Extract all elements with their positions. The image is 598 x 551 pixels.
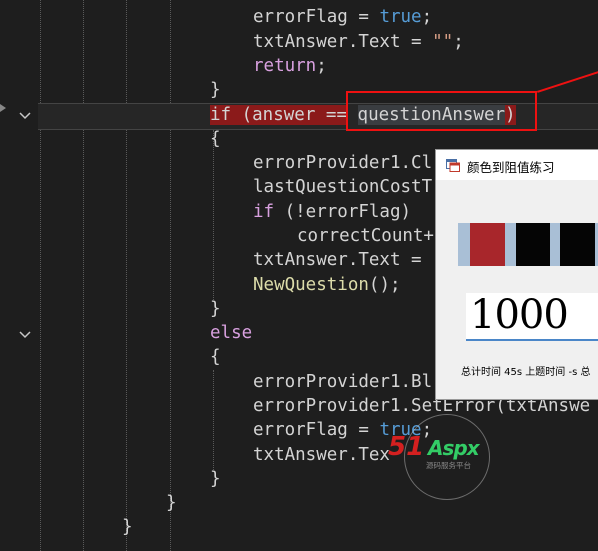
code-line: txtAnswer.Text = ""; (253, 30, 464, 54)
code-token: } (210, 80, 221, 100)
answer-value: 1000 (470, 292, 569, 338)
code-token: true (379, 7, 422, 27)
code-token: errorFlag = (253, 7, 380, 27)
breakpoint-marker-icon (0, 104, 6, 112)
code-token: ; (316, 56, 327, 76)
watermark-logo: 51 Aspx 源码服务平台 (386, 414, 506, 500)
code-line: return; (253, 54, 327, 78)
color-band (560, 223, 595, 266)
code-line: errorProvider1.Cl (253, 151, 432, 175)
code-line: { (210, 345, 221, 369)
watermark-number: 51 (388, 432, 425, 462)
code-token: } (122, 517, 133, 537)
code-line: NewQuestion(); (253, 273, 401, 297)
code-token: NewQuestion (253, 275, 369, 295)
code-token: (); (368, 275, 401, 295)
code-line: txtAnswer.Text = (253, 248, 432, 272)
code-token: txtAnswer.Tex (253, 445, 390, 465)
code-token: txtAnswer.Text = (253, 32, 433, 52)
fold-chevron-icon[interactable] (18, 111, 32, 121)
status-text: 总计时间 45s 上题时间 -s 总 (461, 367, 591, 378)
annotation-box (346, 91, 537, 131)
code-line: else (210, 321, 252, 345)
code-line: { (210, 127, 221, 151)
app-window-icon (446, 159, 460, 172)
code-line: correctCount+ (297, 224, 434, 248)
watermark-subtitle: 源码服务平台 (426, 461, 471, 470)
code-token: (answer (231, 105, 326, 125)
code-token: correctCount+ (297, 226, 434, 246)
fold-chevron-icon[interactable] (18, 330, 32, 340)
code-token: } (166, 493, 177, 513)
color-band (470, 223, 505, 266)
code-line: } (210, 78, 221, 102)
answer-input[interactable]: 1000 (466, 292, 598, 341)
resistor-body (550, 223, 560, 266)
resistor-body (505, 223, 516, 266)
dialog-title: 颜色到阻值练习 (467, 160, 555, 175)
practice-dialog: 颜色到阻值练习 1000 总计时间 45s 上题时间 -s 总 (435, 149, 598, 400)
resistor-body (458, 223, 470, 266)
color-band (516, 223, 550, 266)
code-line: } (210, 467, 221, 491)
code-token: errorProvider1.Bl (253, 372, 433, 392)
code-line: lastQuestionCostT (253, 175, 432, 199)
indent-guide (213, 130, 214, 300)
dialog-titlebar[interactable]: 颜色到阻值练习 (436, 150, 598, 180)
code-token: if (210, 105, 232, 125)
code-line: if (!errorFlag) (253, 200, 411, 224)
code-token: if (253, 202, 275, 222)
indent-guide (83, 0, 84, 551)
code-token: ; (421, 7, 433, 27)
code-token: == (325, 105, 347, 125)
code-line: } (122, 515, 133, 539)
code-line: } (166, 491, 177, 515)
code-token: } (210, 299, 221, 319)
watermark-word: Aspx (428, 436, 480, 460)
code-line: errorProvider1.Bl (253, 370, 432, 394)
code-token: { (210, 129, 221, 149)
indent-guide (170, 0, 171, 551)
indent-guide (126, 0, 127, 551)
indent-guide (40, 0, 41, 551)
code-token: } (210, 469, 221, 489)
annotation-arrow (537, 69, 598, 93)
code-token: { (210, 347, 221, 367)
code-token: txtAnswer.Text = (253, 250, 433, 270)
code-line: errorFlag = true; (253, 5, 432, 29)
code-line: } (210, 297, 221, 321)
code-token: errorProvider1.Cl (253, 153, 433, 173)
code-token: (!errorFlag) (274, 202, 412, 222)
code-token: ; (453, 32, 464, 52)
code-line: txtAnswer.Tex (253, 443, 390, 467)
code-token: else (210, 323, 253, 343)
code-token: "" (432, 32, 454, 52)
code-token: lastQuestionCostT (253, 177, 433, 197)
code-token: errorFlag = (253, 420, 380, 440)
indent-guide (213, 370, 214, 470)
code-token: return (253, 56, 317, 76)
